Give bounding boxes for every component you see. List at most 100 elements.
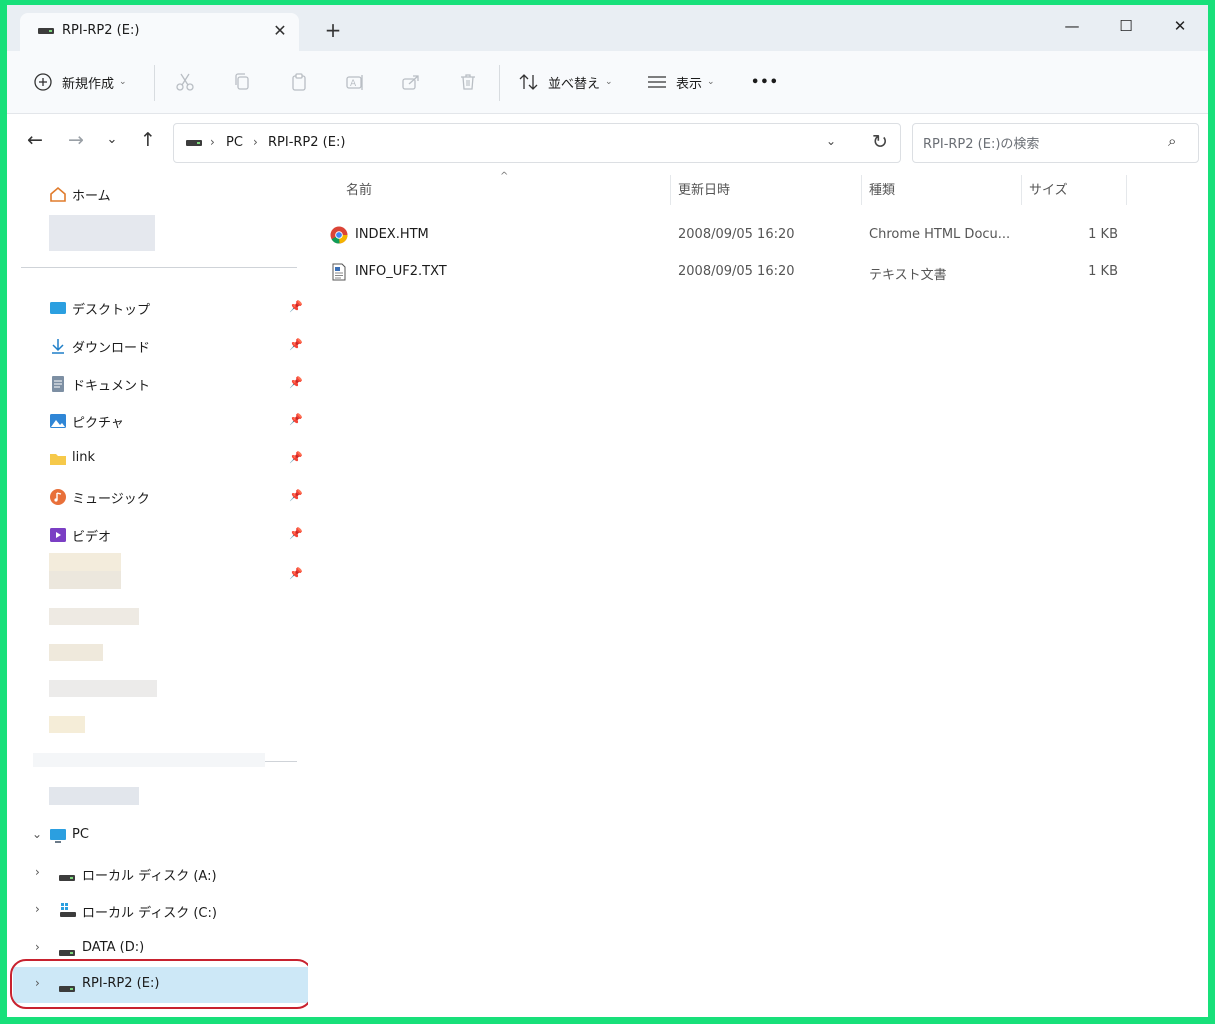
title-bar: RPI-RP2 (E:) ✕ + — ☐ ✕	[7, 5, 1208, 51]
sidebar-item-videos[interactable]: ビデオ 📌	[7, 517, 308, 553]
table-row[interactable]: INFO_UF2.TXT 2008/09/05 16:20 テキスト文書 1 K…	[326, 254, 1126, 290]
chevron-down-icon[interactable]: ⌄	[826, 134, 836, 148]
redacted-item	[33, 753, 265, 767]
pin-icon[interactable]: 📌	[289, 451, 303, 464]
clipboard-icon	[292, 73, 306, 91]
sidebar-item-label: DATA (D:)	[82, 940, 145, 955]
explorer-window: RPI-RP2 (E:) ✕ + — ☐ ✕ 新規作成 ⌄ A 並べ替え ⌄ 表…	[7, 5, 1208, 1017]
new-button-label: 新規作成	[62, 76, 115, 92]
pin-icon[interactable]: 📌	[289, 489, 303, 502]
recent-locations-button[interactable]: ⌄	[98, 126, 126, 154]
pin-icon[interactable]: 📌	[289, 376, 303, 389]
redacted-item	[49, 571, 121, 589]
rename-icon: A	[346, 75, 363, 90]
music-icon	[50, 489, 66, 505]
file-size: 1 KB	[1088, 227, 1118, 242]
file-date: 2008/09/05 16:20	[678, 264, 795, 279]
forward-button[interactable]: →	[62, 126, 90, 154]
video-icon	[50, 528, 66, 542]
breadcrumb-pc[interactable]: PC	[226, 135, 243, 150]
tab-rpi-rp2[interactable]: RPI-RP2 (E:) ✕	[20, 13, 299, 51]
trash-icon	[461, 74, 475, 90]
sidebar-item-link[interactable]: link 📌	[7, 441, 308, 477]
copy-icon	[235, 73, 249, 90]
rename-button[interactable]: A	[345, 51, 365, 113]
chevron-right-icon[interactable]: ›	[35, 902, 40, 916]
back-button[interactable]: ←	[21, 126, 49, 154]
column-header-date[interactable]: 更新日時	[678, 179, 730, 198]
paste-button[interactable]	[289, 51, 309, 113]
list-view-icon	[648, 76, 666, 88]
minimize-button[interactable]: —	[1049, 11, 1095, 43]
column-header-name[interactable]: 名前	[346, 179, 372, 198]
search-box[interactable]: ⌕	[912, 123, 1199, 163]
chevron-right-icon[interactable]: ›	[35, 865, 40, 879]
file-type: Chrome HTML Docu...	[869, 227, 1011, 242]
sidebar-item-label: ピクチャ	[72, 416, 124, 431]
sidebar-item-desktop[interactable]: デスクトップ 📌	[7, 290, 308, 326]
column-divider[interactable]	[861, 175, 862, 205]
sidebar-item-label: ローカル ディスク (A:)	[82, 869, 217, 884]
share-button[interactable]	[401, 51, 421, 113]
sidebar-item-label: ビデオ	[72, 530, 112, 545]
more-options-button[interactable]: •••	[751, 51, 779, 113]
chevron-right-icon[interactable]: ›	[35, 940, 40, 954]
redacted-item	[49, 787, 139, 805]
tab-close-button[interactable]: ✕	[270, 21, 290, 41]
drive-icon	[186, 140, 202, 146]
sidebar-item-drive-c[interactable]: › ローカル ディスク (C:)	[7, 893, 308, 929]
system-drive-icon	[60, 903, 76, 917]
column-divider[interactable]	[1021, 175, 1022, 205]
sidebar-item-pictures[interactable]: ピクチャ 📌	[7, 403, 308, 439]
chevron-down-icon: ⌄	[707, 77, 715, 87]
redacted-item	[49, 716, 85, 733]
view-button[interactable]: 表示 ⌄	[646, 51, 715, 113]
new-tab-button[interactable]: +	[321, 19, 345, 43]
column-header-type[interactable]: 種類	[869, 179, 895, 198]
new-button[interactable]: 新規作成 ⌄	[33, 51, 127, 113]
sidebar-item-downloads[interactable]: ダウンロード 📌	[7, 328, 308, 364]
sidebar-item-pc[interactable]: ⌄ PC	[7, 818, 308, 854]
sidebar-divider	[21, 267, 297, 268]
delete-button[interactable]	[458, 51, 478, 113]
chevron-down-icon[interactable]: ⌄	[32, 827, 42, 841]
command-bar: 新規作成 ⌄ A 並べ替え ⌄ 表示 ⌄ •••	[7, 51, 1208, 114]
cut-button[interactable]	[175, 51, 195, 113]
sidebar-item-music[interactable]: ミュージック 📌	[7, 479, 308, 515]
column-header-size[interactable]: サイズ	[1029, 179, 1068, 198]
search-input[interactable]	[921, 133, 1165, 155]
copy-button[interactable]	[232, 51, 252, 113]
sort-button[interactable]: 並べ替え ⌄	[518, 51, 613, 113]
redacted-item	[49, 608, 139, 625]
up-button[interactable]: ↑	[134, 126, 162, 154]
redacted-item	[49, 644, 103, 661]
sidebar-item-documents[interactable]: ドキュメント 📌	[7, 366, 308, 402]
navigation-bar: ← → ⌄ ↑ › PC › RPI-RP2 (E:) ⌄ ↻ ⌕	[7, 114, 1208, 166]
sidebar-item-drive-a[interactable]: › ローカル ディスク (A:)	[7, 856, 308, 892]
sidebar-item-label: link	[72, 450, 95, 465]
table-row[interactable]: INDEX.HTM 2008/09/05 16:20 Chrome HTML D…	[326, 217, 1126, 253]
file-size: 1 KB	[1088, 264, 1118, 279]
pin-icon[interactable]: 📌	[289, 527, 303, 540]
window-close-button[interactable]: ✕	[1157, 11, 1203, 43]
file-name: INFO_UF2.TXT	[355, 264, 447, 279]
drive-icon	[38, 28, 54, 34]
pin-icon[interactable]: 📌	[289, 413, 303, 426]
sidebar-item-label: デスクトップ	[72, 303, 151, 318]
chrome-icon	[330, 226, 348, 244]
pin-icon[interactable]: 📌	[289, 338, 303, 351]
file-type: テキスト文書	[869, 268, 947, 283]
maximize-button[interactable]: ☐	[1103, 11, 1149, 43]
pin-icon[interactable]: 📌	[289, 567, 303, 580]
toolbar-divider	[499, 65, 500, 101]
pin-icon[interactable]: 📌	[289, 300, 303, 313]
search-icon[interactable]: ⌕	[1168, 132, 1176, 150]
breadcrumb-rpi-rp2[interactable]: RPI-RP2 (E:)	[268, 135, 345, 150]
column-divider[interactable]	[670, 175, 671, 205]
refresh-icon[interactable]: ↻	[872, 131, 888, 153]
file-date: 2008/09/05 16:20	[678, 227, 795, 242]
column-divider[interactable]	[1126, 175, 1127, 205]
sidebar-item-home[interactable]: ホーム	[7, 176, 308, 212]
pictures-icon	[50, 414, 66, 428]
address-bar[interactable]: › PC › RPI-RP2 (E:) ⌄ ↻	[173, 123, 901, 163]
